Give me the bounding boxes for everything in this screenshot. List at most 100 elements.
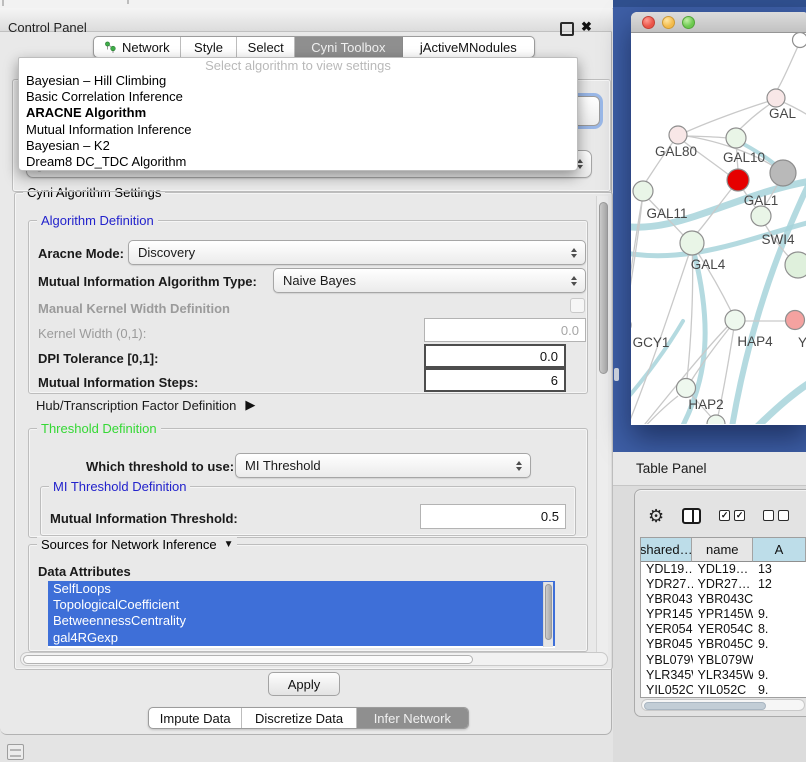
close-traffic-light-icon[interactable] [642,16,655,29]
tab-network[interactable]: Network [94,37,181,57]
deselect-all-icon[interactable] [763,510,789,521]
dropdown-prompt: Select algorithm to view settings [19,59,577,73]
float-window-icon[interactable] [560,22,574,36]
node-gal-rightedge[interactable] [767,89,785,107]
table-row[interactable]: YIL052CYIL052C9. [641,683,806,698]
manual-kernel-checkbox[interactable] [570,298,585,313]
dropdown-item-basic-correlation-inference[interactable]: Basic Correlation Inference [19,89,577,105]
apply-button[interactable]: Apply [268,672,340,696]
tab-impute-data[interactable]: Impute Data [149,708,242,728]
dropdown-item-dream8-dc-tdc-algorithm[interactable]: Dream8 DC_TDC Algorithm [19,154,577,170]
aracne-mode-label: Aracne Mode: [38,246,124,261]
mi-threshold-input[interactable]: 0.5 [420,504,566,529]
dropdown-item-aracne-algorithm[interactable]: ARACNE Algorithm [19,105,577,121]
table-toolbar: ⚙ ✓✓ [648,506,806,525]
table-row[interactable]: YLR345WYLR345W9. [641,668,806,683]
hub-definition-label: Hub/Transcription Factor Definition [36,398,236,413]
tab-select[interactable]: Select [237,37,295,57]
attribute-item-gal4rgexp[interactable]: gal4RGexp [48,630,555,646]
dpi-tolerance-input[interactable]: 0.0 [424,344,566,368]
control-panel-titlebar: Control Panel ✖ [0,8,612,32]
hub-definition-section[interactable]: Hub/Transcription Factor Definition ▶ [36,397,255,413]
scrollbar-thumb[interactable] [545,584,552,640]
node-unnamed-top[interactable] [793,33,806,48]
node-swi4[interactable] [751,206,771,226]
gear-icon[interactable]: ⚙ [648,507,664,525]
algorithm-definition-title: Algorithm Definition [37,213,158,228]
network-view-window[interactable]: GALGAL80GAL10GAL1GAL11SWI4GAL4HAP4YGCY1H… [631,12,806,425]
table-row[interactable]: YPR145WYPR145W9. [641,607,806,622]
dropdown-item-mutual-information-inference[interactable]: Mutual Information Inference [19,122,577,138]
table-cell: YIL052C [693,683,753,698]
zoom-traffic-light-icon[interactable] [682,16,695,29]
node-table[interactable]: shared…nameA YDL19…YDL19…13YDR27…YDR27…1… [640,537,806,698]
settings-horizontal-scrollbar[interactable] [20,652,608,666]
table-row[interactable]: YBR045CYBR045C9. [641,637,806,652]
node-hap2[interactable] [677,379,696,398]
tab-infer-network[interactable]: Infer Network [357,708,468,728]
mi-type-label: Mutual Information Algorithm Type: [38,274,257,289]
tab-discretize-data[interactable]: Discretize Data [242,708,356,728]
node-gal80[interactable] [669,126,687,144]
screen: { "colors": { "blue_label": "#2222cc", "… [0,0,806,762]
table-horizontal-scrollbar[interactable] [641,699,805,711]
settings-vertical-scrollbar[interactable] [596,196,608,662]
aracne-mode-combo[interactable]: Discovery [128,240,586,265]
network-graph[interactable]: GALGAL80GAL10GAL1GAL11SWI4GAL4HAP4YGCY1H… [631,33,806,424]
which-threshold-combo[interactable]: MI Threshold [235,453,531,478]
table-cell: YDL19… [693,562,753,577]
cyni-mode-tab-bar: Impute DataDiscretize DataInfer Network [148,707,469,729]
column-header-a[interactable]: A [753,538,806,562]
attribute-item-topologicalcoefficient[interactable]: TopologicalCoefficient [48,597,555,613]
scrollbar-thumb[interactable] [644,702,766,710]
node-unnamed-right[interactable] [785,252,806,278]
node-unnamed-gray[interactable] [770,160,796,186]
table-row[interactable]: YDR27…YDR27…12 [641,577,806,592]
table-cell: YLR345W [641,668,693,683]
list-vertical-scrollbar[interactable] [543,582,553,647]
table-cell: 8. [753,622,806,637]
dropdown-item-bayesian-hill-climbing[interactable]: Bayesian – Hill Climbing [19,73,577,89]
scrollbar-thumb[interactable] [599,202,608,374]
expand-right-icon[interactable]: ▶ [245,397,255,413]
panel-divider-handle[interactable] [614,368,619,381]
column-header-name[interactable]: name [692,538,753,562]
tab-jactivemnodules[interactable]: jActiveMNodules [403,37,534,57]
tab-cyni-toolbox[interactable]: Cyni Toolbox [295,37,403,57]
mi-steps-input[interactable]: 6 [424,368,566,392]
table-row[interactable]: YBL079WYBL079W [641,653,806,668]
node-gal11[interactable] [633,181,653,201]
node-gal1[interactable] [727,169,749,191]
select-all-icon[interactable]: ✓✓ [719,510,745,521]
network-icon [104,41,117,54]
minimize-traffic-light-icon[interactable] [662,16,675,29]
attribute-item-selfloops[interactable]: SelfLoops [48,581,555,597]
columns-icon[interactable] [682,508,701,524]
data-attributes-list[interactable]: SelfLoopsTopologicalCoefficientBetweenne… [48,581,555,648]
node-gal4[interactable] [680,231,704,255]
node-salmon-right[interactable] [786,311,805,330]
minimized-panel-icon[interactable] [7,744,24,760]
table-row[interactable]: YBR043CYBR043C [641,592,806,607]
attribute-item-betweennesscentrality[interactable]: BetweennessCentrality [48,613,555,629]
collapse-down-icon[interactable]: ▼ [224,539,234,550]
combo-arrows-icon [516,461,522,471]
table-row[interactable]: YER054CYER054C8. [641,622,806,637]
data-attributes-label: Data Attributes [38,564,131,579]
node-gal10[interactable] [726,128,746,148]
node-unnamed-bottom[interactable] [707,415,725,424]
table-row[interactable]: YDL19…YDL19…13 [641,562,806,577]
sources-group-title-row[interactable]: Sources for Network Inference ▼ [37,537,237,552]
table-cell: 13 [753,562,806,577]
tab-style[interactable]: Style [181,37,238,57]
dropdown-item-bayesian-k2[interactable]: Bayesian – K2 [19,138,577,154]
node-hap4[interactable] [725,310,745,330]
column-header-shared-[interactable]: shared… [641,538,692,562]
close-icon[interactable]: ✖ [581,19,592,35]
threshold-definition-title: Threshold Definition [37,421,161,436]
kernel-width-input[interactable]: 0.0 [424,318,586,342]
network-window-titlebar[interactable] [631,12,806,33]
scrollbar-thumb[interactable] [23,655,473,664]
network-canvas[interactable]: GALGAL80GAL10GAL1GAL11SWI4GAL4HAP4YGCY1H… [631,33,806,424]
mi-type-combo[interactable]: Naive Bayes [273,268,586,293]
